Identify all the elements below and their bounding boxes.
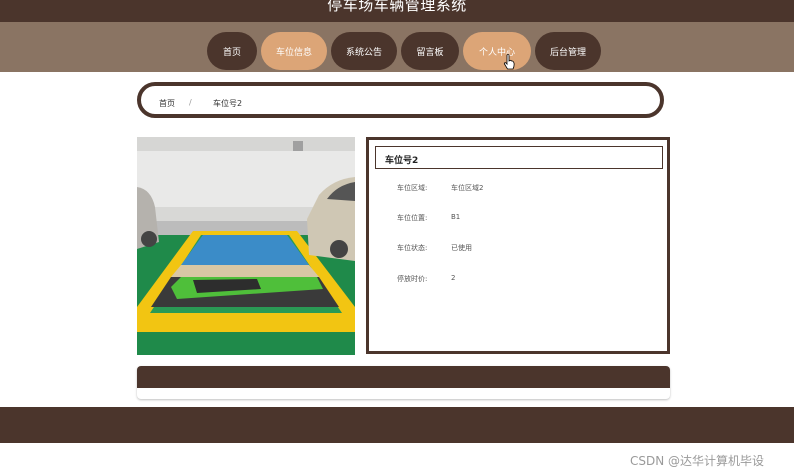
field-label-position: 车位位置: <box>397 214 428 222</box>
field-value-area: 车位区域2 <box>451 184 484 192</box>
site-title: 停车场车辆管理系统 <box>327 0 467 14</box>
details-section-header <box>137 366 670 388</box>
parking-space-photo <box>137 137 355 355</box>
nav-item-admin[interactable]: 后台管理 <box>535 32 601 70</box>
watermark: CSDN @达华计算机毕设 <box>630 454 765 468</box>
field-label-status: 车位状态: <box>397 244 428 252</box>
field-value-status: 已使用 <box>451 244 472 252</box>
nav-bar <box>0 22 794 72</box>
detail-panel: 车位号2 车位区域: 车位区域2 车位位置: B1 车位状态: 已使用 停放时价… <box>366 137 670 354</box>
breadcrumb-home-link[interactable]: 首页 <box>159 98 175 109</box>
nav-item-parking-info[interactable]: 车位信息 <box>261 32 327 70</box>
details-section <box>137 366 670 399</box>
nav-item-personal-center[interactable]: 个人中心 <box>463 32 531 70</box>
field-label-hourly-price: 停放时价: <box>397 275 428 283</box>
detail-title-box: 车位号2 <box>375 146 663 169</box>
footer <box>0 407 794 443</box>
detail-title: 车位号2 <box>385 156 419 166</box>
hand-cursor-icon <box>503 54 515 70</box>
top-header-bar: 停车场车辆管理系统 <box>0 0 794 22</box>
breadcrumb-current: 车位号2 <box>213 99 243 108</box>
breadcrumb: 首页 / 车位号2 <box>137 82 664 118</box>
field-value-hourly-price: 2 <box>451 274 456 282</box>
nav-item-message-board[interactable]: 留言板 <box>401 32 459 70</box>
field-value-position: B1 <box>451 213 461 221</box>
field-label-area: 车位区域: <box>397 184 428 192</box>
nav-item-announcements[interactable]: 系统公告 <box>331 32 397 70</box>
nav-item-home[interactable]: 首页 <box>207 32 257 70</box>
breadcrumb-separator: / <box>189 98 192 107</box>
